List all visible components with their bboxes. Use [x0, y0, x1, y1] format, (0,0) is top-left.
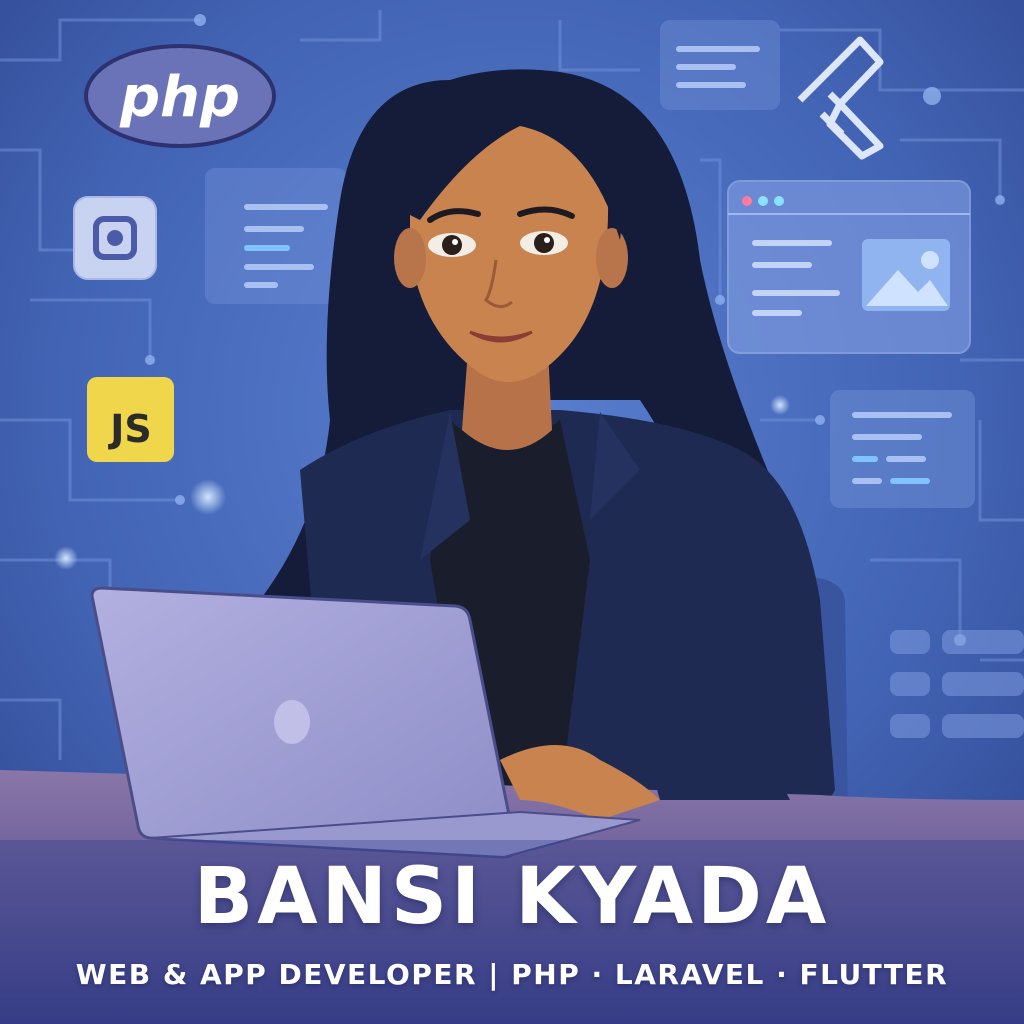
php-logo-text: php: [119, 65, 240, 130]
code-panel-left: [205, 168, 347, 304]
browser-window: [727, 180, 971, 354]
form-blocks: [890, 630, 1024, 738]
glow-spark: [190, 479, 226, 515]
code-panel-right: [830, 390, 975, 508]
eye-left: [428, 233, 476, 257]
ear-right: [596, 228, 628, 288]
app-icon: [73, 196, 157, 280]
image-icon: [862, 239, 950, 311]
php-logo: php: [84, 44, 276, 148]
laptop-logo: [274, 700, 310, 744]
js-badge-text: JS: [107, 407, 152, 451]
glow-spark: [770, 395, 790, 415]
profile-tagline: WEB & APP DEVELOPER | PHP · LARAVEL · FL…: [75, 958, 949, 991]
javascript-badge: JS: [87, 377, 174, 462]
profile-name: BANSI KYADA: [193, 852, 831, 942]
ear-left: [394, 228, 426, 288]
code-panel-top: [660, 20, 780, 110]
glow-spark: [54, 546, 78, 570]
eye-right: [520, 231, 568, 255]
